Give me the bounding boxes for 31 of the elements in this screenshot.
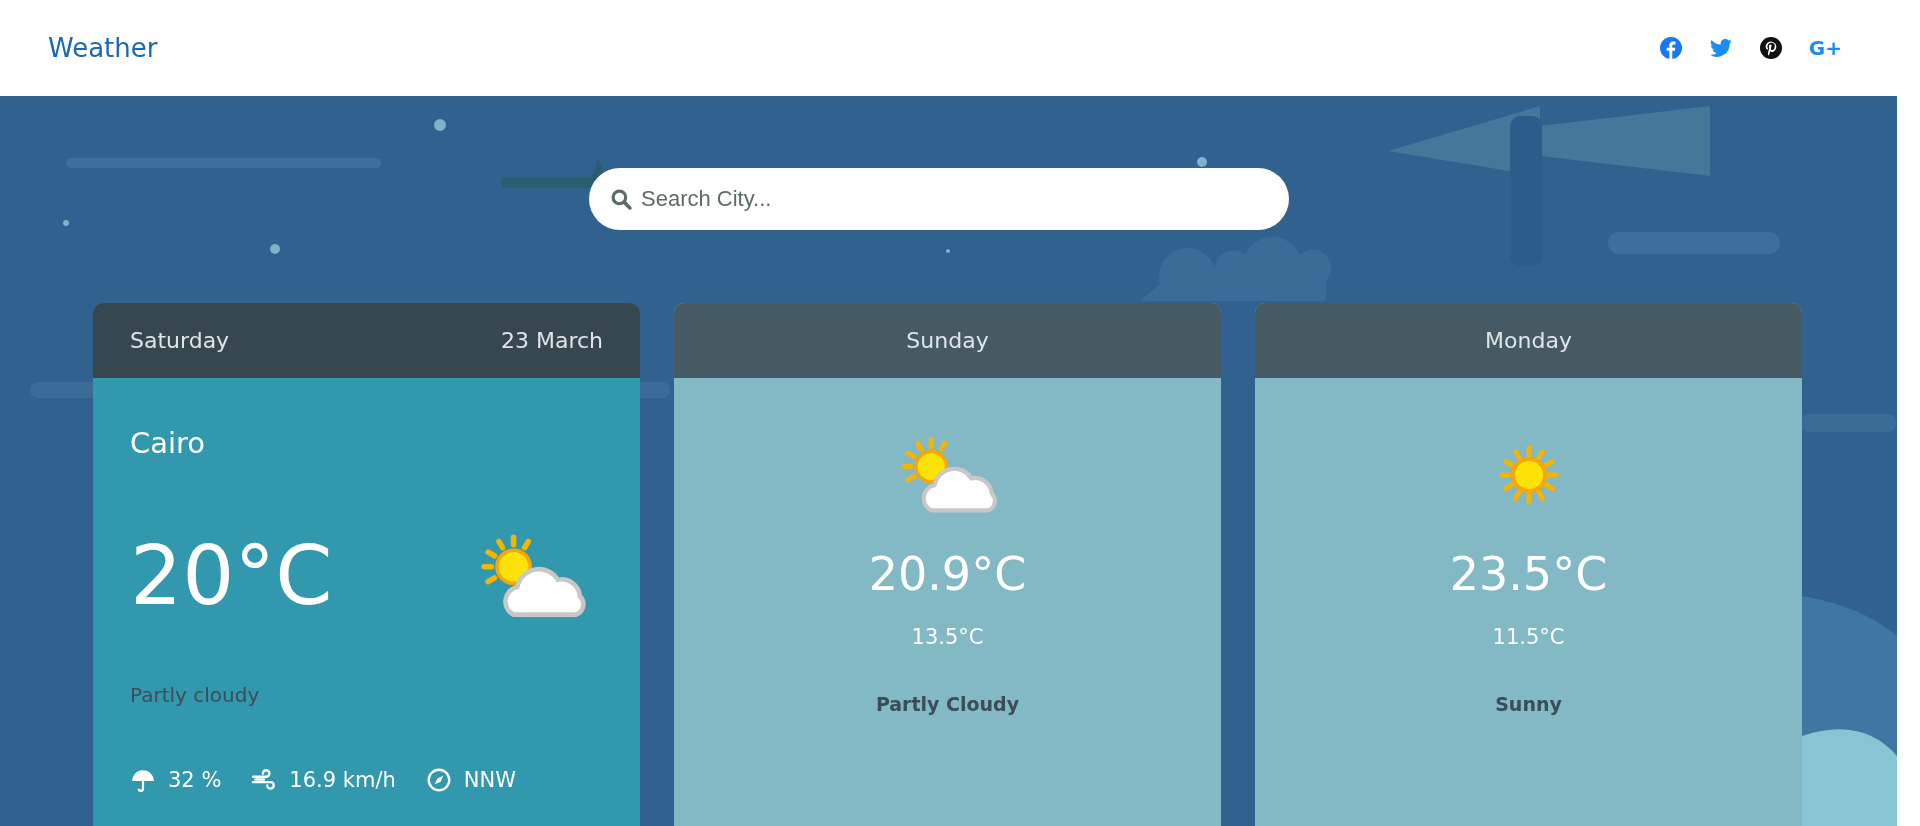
temperature: 20°C xyxy=(130,528,333,623)
star-dot xyxy=(1197,157,1207,167)
google-plus-link[interactable]: G+ xyxy=(1808,36,1842,60)
p-logo-icon[interactable] xyxy=(1758,36,1783,60)
stat-value: 16.9 km/h xyxy=(289,768,396,792)
umbrella-icon xyxy=(130,767,156,793)
stat-value: 32 % xyxy=(168,768,222,792)
condition-text: Sunny xyxy=(1495,693,1562,715)
site-title[interactable]: Weather xyxy=(48,33,158,63)
day-label: Monday xyxy=(1485,328,1572,353)
high-temperature: 23.5°C xyxy=(1449,547,1608,601)
star-dot xyxy=(270,244,280,254)
star-dot xyxy=(63,220,69,226)
day-label: Saturday xyxy=(130,328,230,353)
condition-text: Partly Cloudy xyxy=(875,693,1020,715)
city-name: Cairo xyxy=(130,426,207,460)
star-dot xyxy=(434,119,446,131)
bird-icon[interactable] xyxy=(1708,36,1733,60)
wind-icon xyxy=(251,767,278,793)
stat-value: NNW xyxy=(463,768,516,792)
search-icon xyxy=(611,189,632,210)
date-label: 23 March xyxy=(500,328,603,353)
f-logo-icon[interactable] xyxy=(1658,36,1683,60)
condition-text: Partly cloudy xyxy=(130,683,261,707)
star-dot xyxy=(946,249,950,253)
compass-icon xyxy=(425,767,452,793)
low-temperature: 13.5°C xyxy=(911,625,984,649)
high-temperature: 20.9°C xyxy=(868,547,1027,601)
day-label: Sunday xyxy=(906,328,989,353)
low-temperature: 11.5°C xyxy=(1492,625,1565,649)
search-field[interactable]: Search City... xyxy=(589,168,1289,230)
